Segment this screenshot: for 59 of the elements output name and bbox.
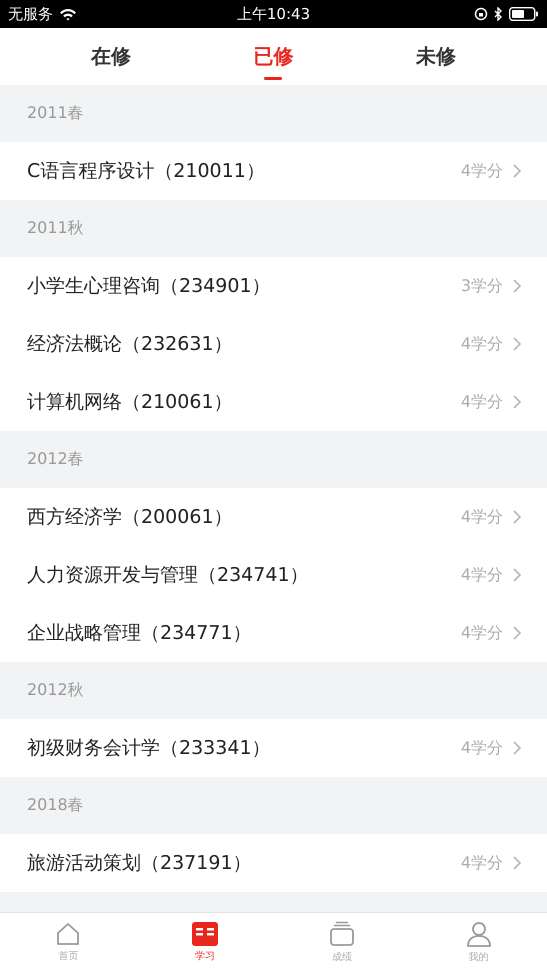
carrier-text: 无服务	[8, 4, 53, 24]
chevron-icon	[513, 279, 521, 293]
course-row[interactable]: 初级财务会计学（233341） 4学分	[0, 719, 547, 777]
credits-text: 4学分	[460, 564, 503, 586]
tab[interactable]: 未修	[404, 35, 468, 78]
nav-tab[interactable]: 学习	[136, 913, 274, 972]
bluetooth-icon	[494, 7, 503, 21]
nav-label: 我的	[468, 950, 489, 964]
course-title: 企业战略管理（234771）	[27, 621, 253, 646]
chevron-icon	[513, 626, 521, 640]
tab[interactable]: 在修	[79, 35, 144, 78]
wifi-icon	[59, 8, 77, 20]
nav-label: 成绩	[332, 950, 352, 964]
course-row[interactable]: 经济法概论（232631） 4学分	[0, 315, 547, 373]
book-icon	[192, 922, 218, 946]
term-label: 2018春	[27, 795, 84, 816]
chevron-icon	[513, 741, 521, 755]
credits-text: 4学分	[460, 852, 503, 874]
rotation-lock-icon	[474, 7, 488, 21]
tab[interactable]: 已修	[241, 35, 306, 78]
course-row[interactable]: 人力资源开发与管理（234741） 4学分	[0, 546, 547, 604]
course-row[interactable]: 西方经济学（200061） 4学分	[0, 488, 547, 546]
course-title: 人力资源开发与管理（234741）	[27, 563, 310, 588]
course-row[interactable]: 企业战略管理（234771） 4学分	[0, 604, 547, 662]
course-row[interactable]: 计算机网络（210061） 4学分	[0, 373, 547, 431]
stack-icon	[328, 921, 355, 947]
credits-text: 4学分	[460, 738, 503, 758]
term-label: 2011秋	[27, 218, 84, 239]
chevron-icon	[513, 164, 521, 178]
credits-text: 4学分	[460, 392, 503, 412]
credits-text: 4学分	[460, 622, 503, 644]
battery-icon	[509, 7, 539, 21]
credits-text: 3学分	[460, 276, 503, 296]
course-row[interactable]: 小学生心理咨询（234901） 3学分	[0, 257, 547, 315]
course-row[interactable]: 旅游活动策划（237191） 4学分	[0, 834, 547, 892]
term-label: 2011春	[27, 103, 84, 124]
course-title: 小学生心理咨询（234901）	[27, 274, 272, 299]
course-title: 西方经济学（200061）	[27, 505, 234, 530]
course-title: 经济法概论（232631）	[27, 332, 234, 357]
course-title: 初级财务会计学（233341）	[27, 736, 272, 761]
course-title: 计算机网络（210061）	[27, 390, 234, 415]
home-icon	[55, 922, 82, 946]
chevron-icon	[513, 395, 521, 409]
chevron-icon	[513, 568, 521, 582]
person-icon	[466, 921, 492, 947]
nav-label: 首页	[58, 950, 78, 963]
credits-text: 4学分	[460, 334, 503, 354]
course-row[interactable]: C语言程序设计（210011） 4学分	[0, 142, 547, 200]
course-title: C语言程序设计（210011）	[27, 159, 266, 184]
credits-text: 4学分	[460, 160, 503, 182]
chevron-icon	[513, 856, 521, 870]
term-label: 2012春	[27, 449, 84, 470]
term-label: 2012秋	[27, 680, 84, 701]
clock-text: 上午10:43	[236, 4, 310, 24]
chevron-icon	[513, 337, 521, 351]
nav-label: 学习	[195, 950, 216, 963]
credits-text: 4学分	[460, 506, 503, 528]
course-title: 旅游活动策划（237191）	[27, 851, 253, 876]
chevron-icon	[513, 510, 521, 524]
